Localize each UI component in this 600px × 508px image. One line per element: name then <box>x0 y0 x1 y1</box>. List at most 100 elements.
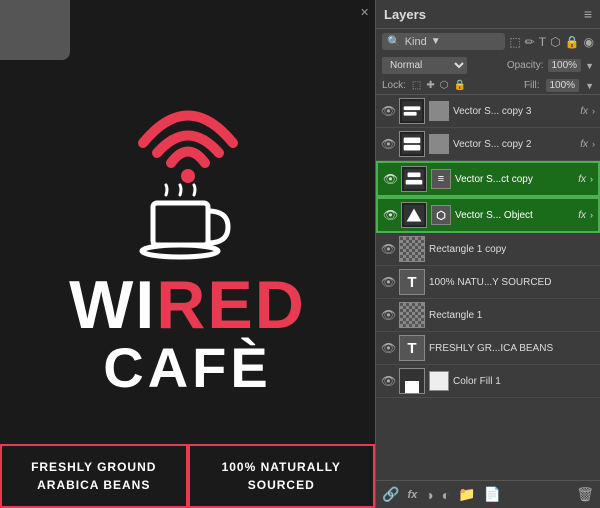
visibility-icon[interactable]: 👁 <box>381 308 395 322</box>
layer-name: Rectangle 1 copy <box>429 244 595 255</box>
layers-menu-icon[interactable]: ≡ <box>584 6 592 22</box>
layer-item[interactable]: 👁 Rectangle 1 <box>376 299 600 332</box>
opacity-value[interactable]: 100% <box>548 59 582 72</box>
panel-collapse-icon[interactable]: ✕ <box>360 6 369 19</box>
wi-text: WI <box>69 267 156 343</box>
layer-vector-thumbnail: ≡ <box>431 169 451 189</box>
layer-item-highlighted[interactable]: 👁 ≡ Vector S...ct copy fx › <box>376 161 600 197</box>
lock-icons-group: ⬚ ✚ ⬡ 🔒 <box>412 80 466 91</box>
layer-name: Color Fill 1 <box>453 376 595 387</box>
layer-name: FRESHLY GR...ICA BEANS <box>429 343 595 354</box>
logo-area: WIRED CAFÈ <box>69 98 306 400</box>
fx-label[interactable]: fx <box>580 106 588 117</box>
lock-row: Lock: ⬚ ✚ ⬡ 🔒 Fill: 100% ▼ <box>376 77 600 95</box>
bottom-box-right-text: 100% NATURALLYSOURCED <box>200 458 364 494</box>
search-row: 🔍 Kind ▼ ⬚ ✏ T ⬡ 🔒 ◉ <box>376 29 600 54</box>
layer-item-highlighted[interactable]: 👁 ⬡ Vector S... Object fx › <box>376 197 600 233</box>
layer-thumbnail <box>401 202 427 228</box>
layers-panel: ✕ Layers ≡ 🔍 Kind ▼ ⬚ ✏ T ⬡ 🔒 ◉ Normal O… <box>375 0 600 508</box>
visibility-icon[interactable]: 👁 <box>381 374 395 388</box>
layer-item[interactable]: 👁 Rectangle 1 copy <box>376 233 600 266</box>
fx-label[interactable]: fx <box>580 139 588 150</box>
fx-chevron-icon[interactable]: › <box>590 210 593 220</box>
design-canvas: WIRED CAFÈ FRESHLY GROUNDARABICA BEANS 1… <box>0 0 375 508</box>
add-mask-icon[interactable]: ◑ <box>425 487 433 503</box>
visibility-icon[interactable]: 👁 <box>381 341 395 355</box>
fill-dropdown-icon[interactable]: ▼ <box>585 81 594 91</box>
new-group-icon[interactable]: 📁 <box>458 486 475 503</box>
lock-pixels-icon[interactable]: ⬚ <box>412 80 421 91</box>
fx-chevron-icon[interactable]: › <box>592 106 595 116</box>
fx-chevron-icon[interactable]: › <box>590 174 593 184</box>
layers-footer: 🔗 fx ◑ ◐ 📁 📄 🗑 <box>376 480 600 508</box>
opacity-dropdown-icon[interactable]: ▼ <box>585 61 594 71</box>
shape-filter-icon[interactable]: ⬡ <box>550 35 560 49</box>
layer-mask-thumbnail <box>429 371 449 391</box>
smart-filter-icon[interactable]: 🔒 <box>565 35 580 49</box>
visibility-icon[interactable]: 👁 <box>381 137 395 151</box>
add-adjustment-icon[interactable]: ◐ <box>442 487 450 503</box>
lock-label: Lock: <box>382 80 406 91</box>
bottom-box-right: 100% NATURALLYSOURCED <box>188 444 376 508</box>
layer-thumbnail <box>399 302 425 328</box>
visibility-icon[interactable]: 👁 <box>381 275 395 289</box>
bottom-box-left: FRESHLY GROUNDARABICA BEANS <box>0 444 188 508</box>
visibility-icon[interactable]: 👁 <box>383 208 397 222</box>
bottom-box-left-text: FRESHLY GROUNDARABICA BEANS <box>12 458 176 494</box>
fx-label[interactable]: fx <box>578 210 586 221</box>
layer-thumbnail <box>399 131 425 157</box>
lock-all-icon[interactable]: 🔒 <box>453 80 465 91</box>
wifi-icon <box>133 98 243 188</box>
lock-position-icon[interactable]: ✚ <box>426 80 434 91</box>
layer-thumbnail: T <box>399 269 425 295</box>
layer-thumbnail <box>399 236 425 262</box>
search-dropdown-icon[interactable]: ▼ <box>431 36 441 47</box>
layer-filter-icons: ⬚ ✏ T ⬡ 🔒 ◉ <box>509 35 594 49</box>
red-text: RED <box>156 267 306 343</box>
cafe-text: CAFÈ <box>103 335 271 400</box>
layer-thumbnail <box>399 368 425 394</box>
pixel-filter-icon[interactable]: ⬚ <box>509 35 520 49</box>
corner-decoration <box>0 0 70 60</box>
brand-text: WIRED CAFÈ <box>69 271 306 400</box>
layer-name: Vector S... Object <box>455 210 574 221</box>
new-layer-icon[interactable]: 📄 <box>484 486 501 503</box>
search-box[interactable]: 🔍 Kind ▼ <box>382 33 505 50</box>
layer-item[interactable]: 👁 Color Fill 1 <box>376 365 600 398</box>
blend-mode-row: Normal Opacity: 100% ▼ <box>376 54 600 77</box>
bottom-boxes: FRESHLY GROUNDARABICA BEANS 100% NATURAL… <box>0 444 375 508</box>
extra-filter-icon[interactable]: ◉ <box>584 35 594 49</box>
layer-item[interactable]: 👁 T FRESHLY GR...ICA BEANS <box>376 332 600 365</box>
text-filter-icon[interactable]: T <box>539 35 546 49</box>
layer-item[interactable]: 👁 T 100% NATU...Y SOURCED <box>376 266 600 299</box>
visibility-icon[interactable]: 👁 <box>381 104 395 118</box>
coffee-cup-icon <box>138 183 238 263</box>
adjustment-filter-icon[interactable]: ✏ <box>525 35 535 49</box>
layer-mask-thumbnail <box>429 134 449 154</box>
blend-mode-select[interactable]: Normal <box>382 57 467 74</box>
layers-list: 👁 Vector S... copy 3 fx › 👁 Vector S... … <box>376 95 600 480</box>
layer-name: Vector S...ct copy <box>455 174 574 185</box>
opacity-label: Opacity: <box>507 60 544 71</box>
layer-thumbnail <box>399 98 425 124</box>
visibility-icon[interactable]: 👁 <box>383 172 397 186</box>
visibility-icon[interactable]: 👁 <box>381 242 395 256</box>
layers-panel-title: Layers <box>384 7 426 22</box>
lock-artboard-icon[interactable]: ⬡ <box>440 80 449 91</box>
search-icon: 🔍 <box>387 35 401 48</box>
layer-name: Rectangle 1 <box>429 310 595 321</box>
link-layers-icon[interactable]: 🔗 <box>382 486 399 503</box>
layer-thumbnail: T <box>399 335 425 361</box>
layers-panel-header: Layers ≡ <box>376 0 600 29</box>
fx-chevron-icon[interactable]: › <box>592 139 595 149</box>
layer-name: Vector S... copy 3 <box>453 106 576 117</box>
search-kind-label: Kind <box>405 36 427 48</box>
wired-text: WIRED <box>69 271 306 339</box>
layer-item[interactable]: 👁 Vector S... copy 3 fx › <box>376 95 600 128</box>
layer-thumbnail <box>401 166 427 192</box>
fill-value[interactable]: 100% <box>546 79 580 92</box>
fx-label[interactable]: fx <box>578 174 586 185</box>
layer-item[interactable]: 👁 Vector S... copy 2 fx › <box>376 128 600 161</box>
add-fx-icon[interactable]: fx <box>407 489 417 501</box>
delete-layer-icon[interactable]: 🗑 <box>576 486 594 503</box>
